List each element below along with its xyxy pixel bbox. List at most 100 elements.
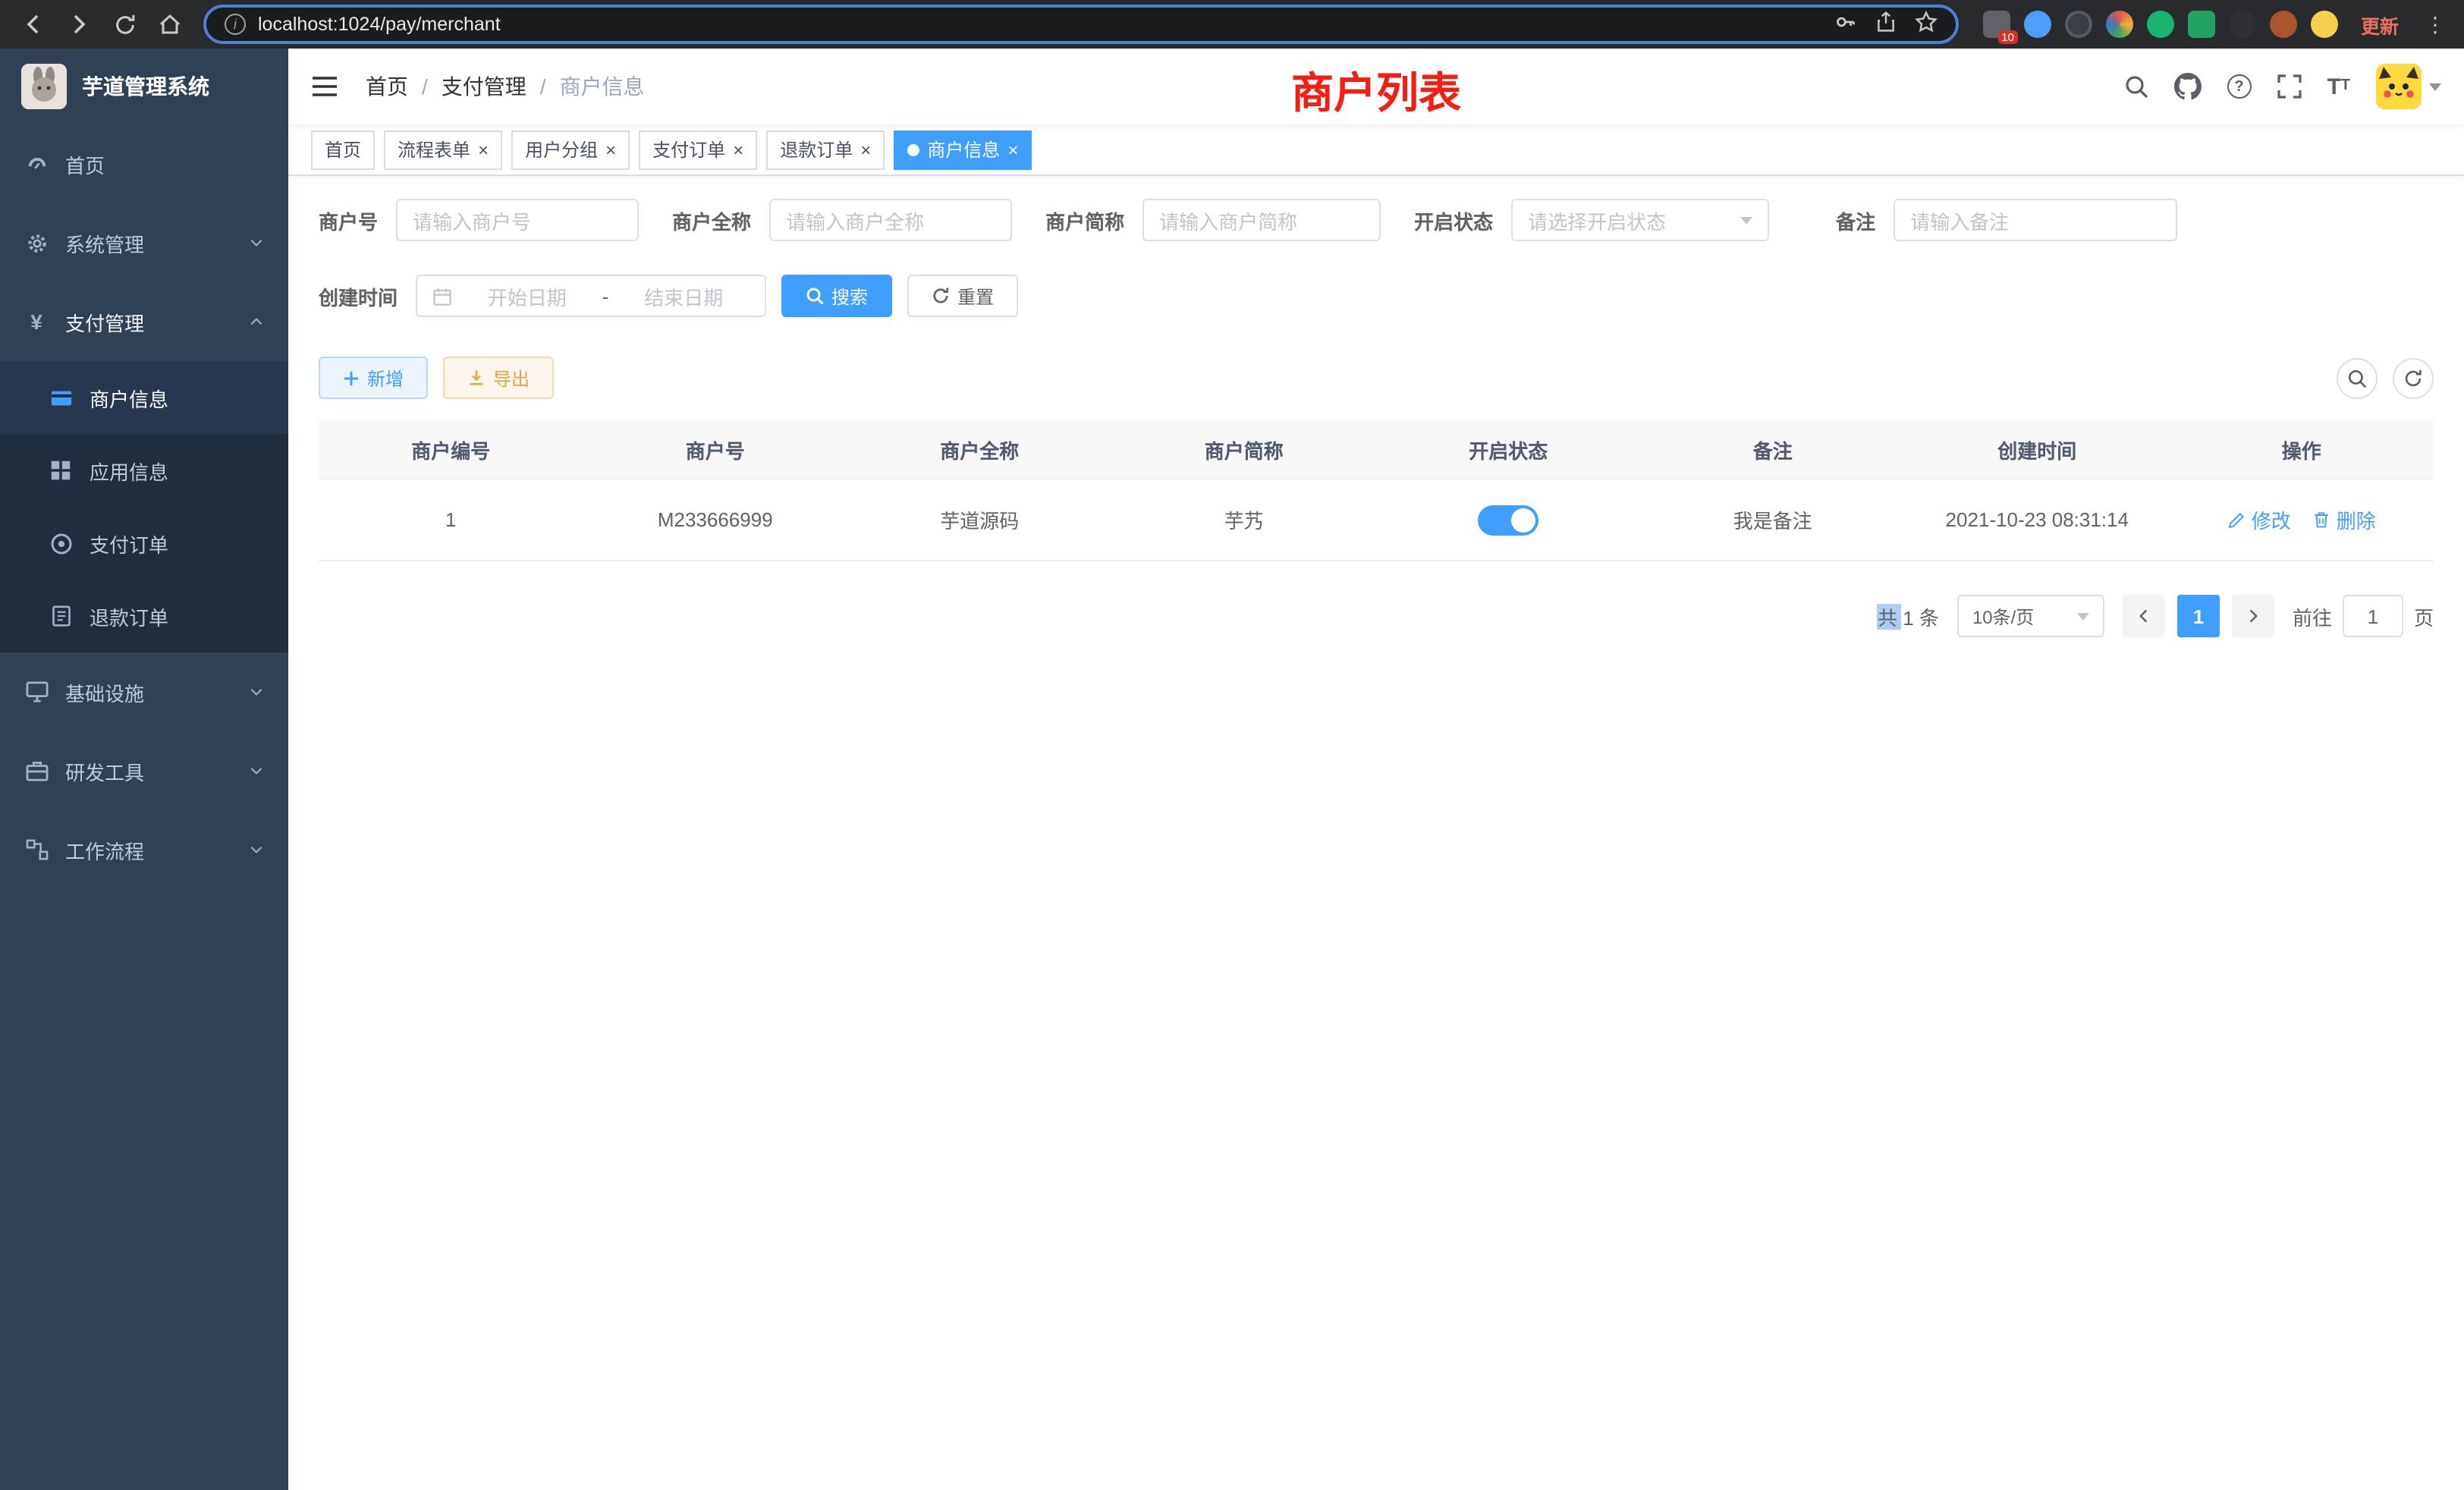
page-number-button[interactable]: 1: [2177, 595, 2220, 637]
edit-link[interactable]: 修改: [2227, 505, 2291, 534]
reload-icon[interactable]: [106, 6, 143, 42]
pencil-icon: [2227, 511, 2246, 529]
export-button[interactable]: 导出: [443, 357, 554, 399]
chevron-down-icon: [249, 684, 264, 699]
home-icon[interactable]: [152, 6, 188, 42]
cell-merchant-id: 1: [319, 508, 583, 531]
sidebar-item-refund-orders[interactable]: 退款订单: [0, 580, 288, 652]
workflow-icon: [24, 839, 49, 860]
app-logo[interactable]: 芋道管理系统: [0, 49, 288, 124]
sidebar-item-system[interactable]: 系统管理: [0, 203, 288, 282]
add-button[interactable]: 新增: [319, 357, 428, 399]
breadcrumb-payment[interactable]: 支付管理: [442, 71, 526, 102]
app-title: 芋道管理系统: [82, 71, 209, 102]
browser-update-button[interactable]: 更新: [2352, 10, 2408, 39]
tab-user-group[interactable]: 用户分组 ×: [511, 130, 630, 169]
delete-link[interactable]: 删除: [2312, 505, 2376, 534]
short-name-input[interactable]: 请输入商户简称: [1142, 199, 1381, 241]
sidebar-toggle-icon[interactable]: [311, 74, 338, 99]
col-merchant-id: 商户编号: [319, 435, 583, 464]
goto-page-input[interactable]: [2343, 595, 2403, 637]
chevron-down-icon: [2429, 83, 2441, 90]
reset-button[interactable]: 重置: [907, 275, 1018, 317]
dashboard-icon: [24, 152, 49, 175]
github-icon[interactable]: [2173, 73, 2201, 100]
status-select[interactable]: 请选择开启状态: [1511, 199, 1769, 241]
sidebar-item-payment[interactable]: ¥ 支付管理: [0, 282, 288, 361]
close-tab-icon[interactable]: ×: [1007, 140, 1018, 159]
user-menu[interactable]: [2376, 64, 2441, 109]
prev-page-button[interactable]: [2123, 595, 2165, 637]
calendar-icon: [432, 286, 452, 306]
chevron-down-icon: [249, 842, 264, 857]
payment-submenu: 商户信息 应用信息 支付订单: [0, 361, 288, 652]
toolbox-icon: [24, 760, 49, 781]
pagination: 共 1 条 10条/页 1: [319, 595, 2434, 637]
refresh-icon: [932, 287, 950, 305]
share-icon[interactable]: [1875, 11, 1897, 38]
sidebar-item-workflow[interactable]: 工作流程: [0, 810, 288, 889]
tab-home[interactable]: 首页: [311, 130, 375, 169]
sidebar-item-dev-tools[interactable]: 研发工具: [0, 731, 288, 810]
tags-view: 首页 流程表单 × 用户分组 × 支付订单 × 退款订单 ×: [288, 124, 2464, 176]
next-page-button[interactable]: [2232, 595, 2274, 637]
remark-input[interactable]: 请输入备注: [1894, 199, 2177, 241]
close-tab-icon[interactable]: ×: [733, 140, 743, 159]
status-toggle[interactable]: [1478, 505, 1538, 535]
status-label: 开启状态: [1414, 206, 1493, 234]
monitor-icon: [24, 681, 49, 703]
forward-icon[interactable]: [61, 6, 97, 42]
search-button[interactable]: 搜索: [781, 275, 892, 317]
credit-card-icon: [49, 386, 73, 409]
close-tab-icon[interactable]: ×: [605, 140, 616, 159]
create-time-label: 创建时间: [319, 281, 398, 310]
extension-monkey-icon[interactable]: [2270, 11, 2297, 38]
address-bar[interactable]: i localhost:1024/pay/merchant: [203, 5, 1959, 44]
tab-merchant-info[interactable]: 商户信息 ×: [894, 130, 1032, 169]
chevron-down-icon: [2077, 612, 2089, 620]
sidebar-item-infrastructure[interactable]: 基础设施: [0, 652, 288, 731]
sidebar-item-home[interactable]: 首页: [0, 124, 288, 203]
breadcrumb-current: 商户信息: [560, 71, 645, 102]
site-info-icon[interactable]: i: [225, 14, 246, 35]
coin-icon: [49, 532, 73, 555]
merchant-no-input[interactable]: 请输入商户号: [396, 199, 639, 241]
help-icon[interactable]: ?: [2227, 74, 2251, 99]
extension-green-square-icon[interactable]: [2188, 11, 2215, 38]
refresh-table-icon[interactable]: [2393, 357, 2434, 398]
chevron-down-icon: [1740, 216, 1752, 224]
sidebar-item-app-info[interactable]: 应用信息: [0, 434, 288, 507]
tab-payment-orders[interactable]: 支付订单 ×: [639, 130, 757, 169]
extension-green-circle-icon[interactable]: [2147, 11, 2174, 38]
breadcrumb-home[interactable]: 首页: [366, 71, 408, 102]
extension-drop-icon[interactable]: [2024, 11, 2051, 38]
create-time-range-picker[interactable]: 开始日期 - 结束日期: [416, 275, 766, 317]
remark-label: 备注: [1836, 206, 1875, 234]
extension-sphere-icon[interactable]: [2065, 11, 2092, 38]
close-tab-icon[interactable]: ×: [860, 140, 871, 159]
tab-process-form[interactable]: 流程表单 ×: [384, 130, 502, 169]
merchant-table: 商户编号 商户号 商户全称 商户简称 开启状态 备注 创建时间 操作 1 M23…: [319, 420, 2434, 561]
user-avatar: [2376, 64, 2422, 109]
close-tab-icon[interactable]: ×: [478, 140, 489, 159]
bookmark-star-icon[interactable]: [1915, 11, 1938, 38]
tab-refund-orders[interactable]: 退款订单 ×: [766, 130, 885, 169]
font-size-icon[interactable]: TT: [2327, 75, 2350, 98]
extension-color-icon[interactable]: [2106, 11, 2133, 38]
profile-avatar-icon[interactable]: [2311, 11, 2338, 38]
extensions-puzzle-icon[interactable]: 10: [1983, 11, 2010, 38]
sidebar-item-merchant-info[interactable]: 商户信息: [0, 361, 288, 434]
fullscreen-icon[interactable]: [2277, 74, 2301, 99]
password-key-icon[interactable]: [1834, 11, 1857, 38]
page-size-select[interactable]: 10条/页: [1957, 595, 2104, 637]
sidebar-item-payment-orders[interactable]: 支付订单: [0, 507, 288, 580]
col-full-name: 商户全称: [847, 435, 1112, 464]
extension-pinwheel-icon[interactable]: [2229, 11, 2256, 38]
goto-prefix: 前往: [2293, 602, 2332, 630]
back-icon[interactable]: [15, 6, 52, 42]
toggle-search-icon[interactable]: [2337, 357, 2378, 398]
search-icon[interactable]: [2123, 74, 2148, 99]
full-name-input[interactable]: 请输入商户全称: [769, 199, 1012, 241]
browser-menu-icon[interactable]: ⋮: [2422, 11, 2449, 37]
plus-icon: [343, 369, 360, 386]
